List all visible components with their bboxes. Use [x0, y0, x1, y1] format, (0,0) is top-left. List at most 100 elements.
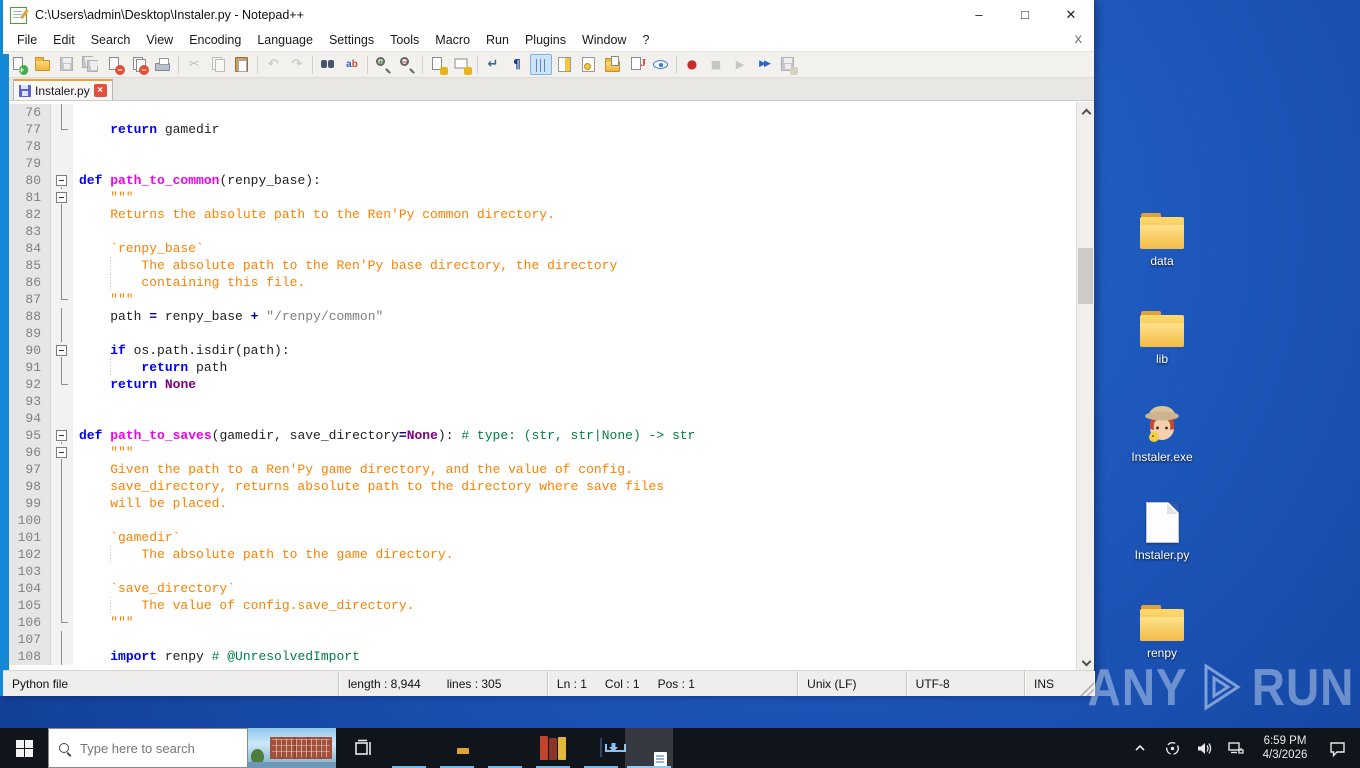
desktop: C:\Users\admin\Desktop\Instaler.py - Not…: [0, 0, 1360, 768]
fold-collapse-icon[interactable]: [51, 342, 73, 359]
menu-tools[interactable]: Tools: [382, 30, 427, 51]
zoom-out-button[interactable]: −: [396, 54, 418, 75]
toolbar-separator: [178, 55, 179, 74]
menu-file[interactable]: File: [9, 30, 45, 51]
desktop-icon-renpy[interactable]: renpy: [1116, 595, 1208, 680]
taskbar-clock[interactable]: 6:59 PM 4/3/2026: [1254, 734, 1316, 762]
taskbar-app-notepad-plus-plus[interactable]: [625, 728, 673, 768]
copy-button[interactable]: [207, 54, 229, 75]
menu-run[interactable]: Run: [478, 30, 517, 51]
show-all-characters-button[interactable]: ¶: [506, 54, 528, 75]
news-interest-widget[interactable]: [248, 728, 336, 768]
scroll-down-icon[interactable]: [1082, 658, 1090, 666]
winrar-icon: [540, 736, 566, 760]
scrollbar-thumb[interactable]: [1078, 248, 1093, 304]
cut-button[interactable]: ✂: [183, 54, 205, 75]
open-file-button[interactable]: [32, 54, 54, 75]
document-list-button[interactable]: J: [626, 54, 648, 75]
desktop-icon-instaler-py[interactable]: Instaler.py: [1116, 497, 1208, 582]
function-list-button[interactable]: [578, 54, 600, 75]
fold-collapse-icon[interactable]: [51, 172, 73, 189]
menu-edit[interactable]: Edit: [45, 30, 83, 51]
indent-guide: [110, 359, 111, 376]
taskbar-search[interactable]: [48, 728, 248, 768]
taskbar-app-edge[interactable]: [385, 728, 433, 768]
find-button[interactable]: [317, 54, 339, 75]
volume-icon[interactable]: [1190, 728, 1218, 768]
redo-button[interactable]: ↷: [286, 54, 308, 75]
taskbar-app-firefox[interactable]: [481, 728, 529, 768]
title-bar[interactable]: C:\Users\admin\Desktop\Instaler.py - Not…: [3, 0, 1094, 30]
tray-recorder-icon[interactable]: [1158, 728, 1186, 768]
menu-plugins[interactable]: Plugins: [517, 30, 574, 51]
start-button[interactable]: [0, 728, 48, 768]
search-input[interactable]: [78, 739, 218, 757]
maximize-button[interactable]: □: [1002, 0, 1048, 30]
fold-collapse-icon[interactable]: [51, 189, 73, 206]
menu-settings[interactable]: Settings: [321, 30, 382, 51]
resize-grip[interactable]: [1080, 682, 1094, 696]
line-number: 97: [9, 461, 51, 478]
save-button[interactable]: [56, 54, 78, 75]
taskbar-app-file-explorer[interactable]: [433, 728, 481, 768]
line-number: 84: [9, 240, 51, 257]
close-all-files-button[interactable]: −: [128, 54, 150, 75]
taskbar-app-winrar[interactable]: [529, 728, 577, 768]
network-icon[interactable]: [1222, 728, 1250, 768]
vertical-scrollbar[interactable]: [1076, 102, 1094, 670]
replace-button[interactable]: ab: [341, 54, 363, 75]
fold-collapse-icon[interactable]: [51, 444, 73, 461]
status-encoding[interactable]: UTF-8: [916, 677, 950, 691]
document-map-button[interactable]: [554, 54, 576, 75]
run-macro-multiple-button[interactable]: ▶▶: [753, 54, 775, 75]
task-view-button[interactable]: [341, 728, 385, 768]
code-line: 79: [9, 155, 1076, 172]
playback-macro-button[interactable]: ▶: [729, 54, 751, 75]
taskbar-app-installer[interactable]: [577, 728, 625, 768]
paste-button[interactable]: [231, 54, 253, 75]
code-line: 98 save_directory, returns absolute path…: [9, 478, 1076, 495]
action-center-button[interactable]: [1320, 728, 1354, 768]
desktop-icon-lib[interactable]: lib: [1116, 301, 1208, 386]
word-wrap-button[interactable]: ↵: [482, 54, 504, 75]
menu-macro[interactable]: Macro: [427, 30, 478, 51]
menu-close-document-button[interactable]: X: [1071, 30, 1086, 51]
tab-instaler-py[interactable]: Instaler.py ×: [13, 79, 113, 100]
save-all-button[interactable]: [80, 54, 102, 75]
close-button[interactable]: ✕: [1048, 0, 1094, 30]
sync-horizontal-scroll-button[interactable]: [451, 54, 473, 75]
print-button[interactable]: [152, 54, 174, 75]
code-editor[interactable]: 76 77 return gamedir 78 79 80 def path_to_com…: [3, 101, 1094, 670]
start-recording-button[interactable]: ●: [681, 54, 703, 75]
menu-language[interactable]: Language: [249, 30, 321, 51]
folder-as-workspace-button[interactable]: [602, 54, 624, 75]
menu-search[interactable]: Search: [83, 30, 139, 51]
stop-recording-button[interactable]: ■: [705, 54, 727, 75]
fold-collapse-icon[interactable]: [51, 427, 73, 444]
menu-window[interactable]: Window: [574, 30, 634, 51]
menu-help[interactable]: ?: [634, 30, 657, 51]
toolbar-separator: [422, 55, 423, 74]
menu-encoding[interactable]: Encoding: [181, 30, 249, 51]
new-file-button[interactable]: +: [8, 54, 30, 75]
monitoring-button[interactable]: [650, 54, 672, 75]
system-tray: 6:59 PM 4/3/2026: [1126, 728, 1360, 768]
save-recorded-macro-button[interactable]: [777, 54, 799, 75]
tab-close-icon[interactable]: ×: [93, 84, 107, 97]
menu-view[interactable]: View: [138, 30, 181, 51]
desktop-icon-data[interactable]: data: [1116, 203, 1208, 288]
status-typing-mode[interactable]: INS: [1034, 677, 1054, 691]
zoom-in-button[interactable]: +: [372, 54, 394, 75]
minimize-button[interactable]: –: [956, 0, 1002, 30]
desktop-icon-instaler-exe[interactable]: Instaler.exe: [1116, 399, 1208, 484]
fold-margin: [51, 393, 73, 410]
sync-vertical-scroll-button[interactable]: [427, 54, 449, 75]
close-file-button[interactable]: −: [104, 54, 126, 75]
tray-chevron-up-icon[interactable]: [1126, 728, 1154, 768]
status-eol-format[interactable]: Unix (LF): [807, 677, 856, 691]
scroll-up-icon[interactable]: [1082, 108, 1090, 116]
show-indent-guide-button[interactable]: [530, 54, 552, 75]
desktop-icon-list: data lib Instaler.exe Instaler.py renpy: [1116, 203, 1208, 680]
fold-margin: [51, 325, 73, 342]
undo-button[interactable]: ↶: [262, 54, 284, 75]
